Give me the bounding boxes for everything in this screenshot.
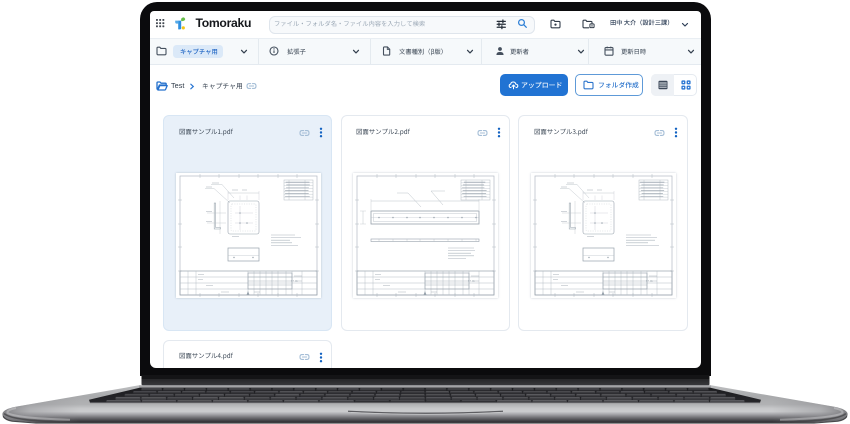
svg-text:ST-01: ST-01 <box>646 280 653 283</box>
svg-text:ST-01: ST-01 <box>468 280 475 283</box>
svg-text:ST-01: ST-01 <box>291 280 298 283</box>
